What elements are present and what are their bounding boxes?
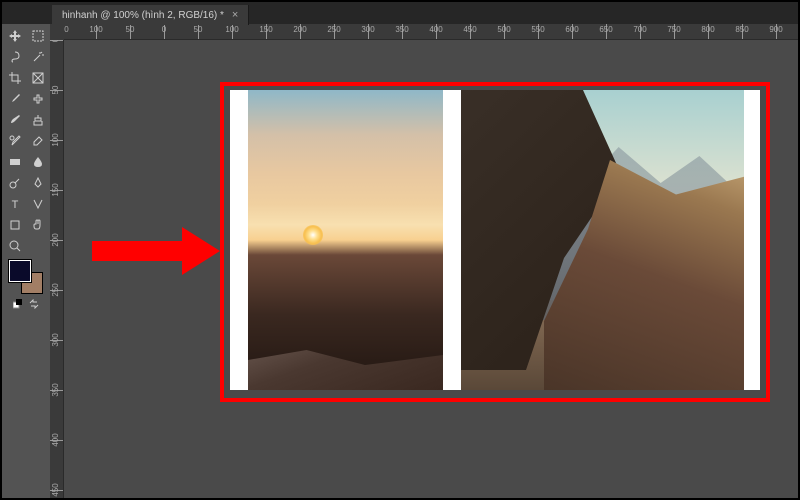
document-tab[interactable]: hinhanh @ 100% (hình 2, RGB/16) * × [52, 5, 249, 25]
pen-tool-icon[interactable] [28, 173, 48, 193]
ruler-tick-label: 200 [293, 25, 306, 34]
shape-tool-icon[interactable] [5, 215, 25, 235]
type-tool-icon[interactable]: T [5, 194, 25, 214]
ruler-tick-label: 50 [126, 25, 135, 34]
path-tool-icon[interactable] [28, 194, 48, 214]
ruler-tick-label: 50 [51, 86, 60, 95]
ruler-tick-label: 200 [51, 233, 60, 246]
ruler-tick-label: 0 [162, 25, 166, 34]
close-icon[interactable]: × [232, 9, 238, 21]
tab-title: hinhanh @ 100% (hình 2, RGB/16) * [62, 10, 224, 21]
ruler-tick-label: 850 [735, 25, 748, 34]
ruler-tick-label: 150 [259, 25, 272, 34]
ruler-tick-label: 900 [769, 25, 782, 34]
ruler-tick-label: 0 [51, 40, 60, 42]
svg-text:T: T [11, 199, 18, 211]
ruler-tick-label: 250 [51, 283, 60, 296]
vertical-ruler[interactable]: 0 50 100 150 200 250 300 350 400 450 [50, 40, 64, 498]
brush-tool-icon[interactable] [5, 110, 25, 130]
ruler-tick-label: 350 [395, 25, 408, 34]
ruler-tick-label: 100 [51, 133, 60, 146]
crop-tool-icon[interactable] [5, 68, 25, 88]
history-tool-icon[interactable] [5, 131, 25, 151]
ruler-tick-label: 550 [531, 25, 544, 34]
ruler-tick-label: 50 [194, 25, 203, 34]
annotation-highlight-box [220, 82, 770, 402]
ruler-tick-label: 100 [225, 25, 238, 34]
ruler-tick-label: 100 [89, 25, 102, 34]
tool-empty [28, 236, 48, 256]
ruler-tick-label: 750 [667, 25, 680, 34]
swap-colors-icon[interactable] [29, 296, 39, 306]
clone-tool-icon[interactable] [28, 110, 48, 130]
blur-tool-icon[interactable] [28, 152, 48, 172]
wand-tool-icon[interactable] [28, 47, 48, 67]
zoom-tool-icon[interactable] [5, 236, 25, 256]
dodge-tool-icon[interactable] [5, 173, 25, 193]
ruler-tick-label: 800 [701, 25, 714, 34]
horizontal-ruler[interactable]: 2501005005010015020025030035040045050055… [62, 24, 798, 40]
eraser-tool-icon[interactable] [28, 131, 48, 151]
ruler-tick-label: 700 [633, 25, 646, 34]
hand-tool-icon[interactable] [28, 215, 48, 235]
heal-tool-icon[interactable] [28, 89, 48, 109]
frame-tool-icon[interactable] [28, 68, 48, 88]
lasso-tool-icon[interactable] [5, 47, 25, 67]
gradient-tool-icon[interactable] [5, 152, 25, 172]
ruler-tick-label: 150 [51, 183, 60, 196]
color-swatches[interactable] [9, 260, 43, 294]
tool-palette: T [2, 2, 50, 498]
ruler-tick-label: 300 [51, 333, 60, 346]
ruler-tick-label: 500 [497, 25, 510, 34]
tab-bar: hinhanh @ 100% (hình 2, RGB/16) * × [2, 2, 798, 24]
eyedropper-tool-icon[interactable] [5, 89, 25, 109]
ruler-tick-label: 400 [51, 433, 60, 446]
ruler-tick-label: 300 [361, 25, 374, 34]
ruler-origin[interactable] [50, 24, 64, 40]
ruler-tick-label: 350 [51, 383, 60, 396]
ruler-tick-label: 450 [463, 25, 476, 34]
annotation-arrow [92, 227, 220, 275]
ruler-tick-label: 250 [327, 25, 340, 34]
ruler-tick-label: 450 [51, 483, 60, 496]
ruler-tick-label: 600 [565, 25, 578, 34]
foreground-color-swatch[interactable] [9, 260, 31, 282]
move-tool-icon[interactable] [5, 26, 25, 46]
ruler-tick-label: 400 [429, 25, 442, 34]
ruler-tick-label: 650 [599, 25, 612, 34]
marquee-tool-icon[interactable] [28, 26, 48, 46]
default-colors-icon[interactable] [13, 296, 23, 306]
